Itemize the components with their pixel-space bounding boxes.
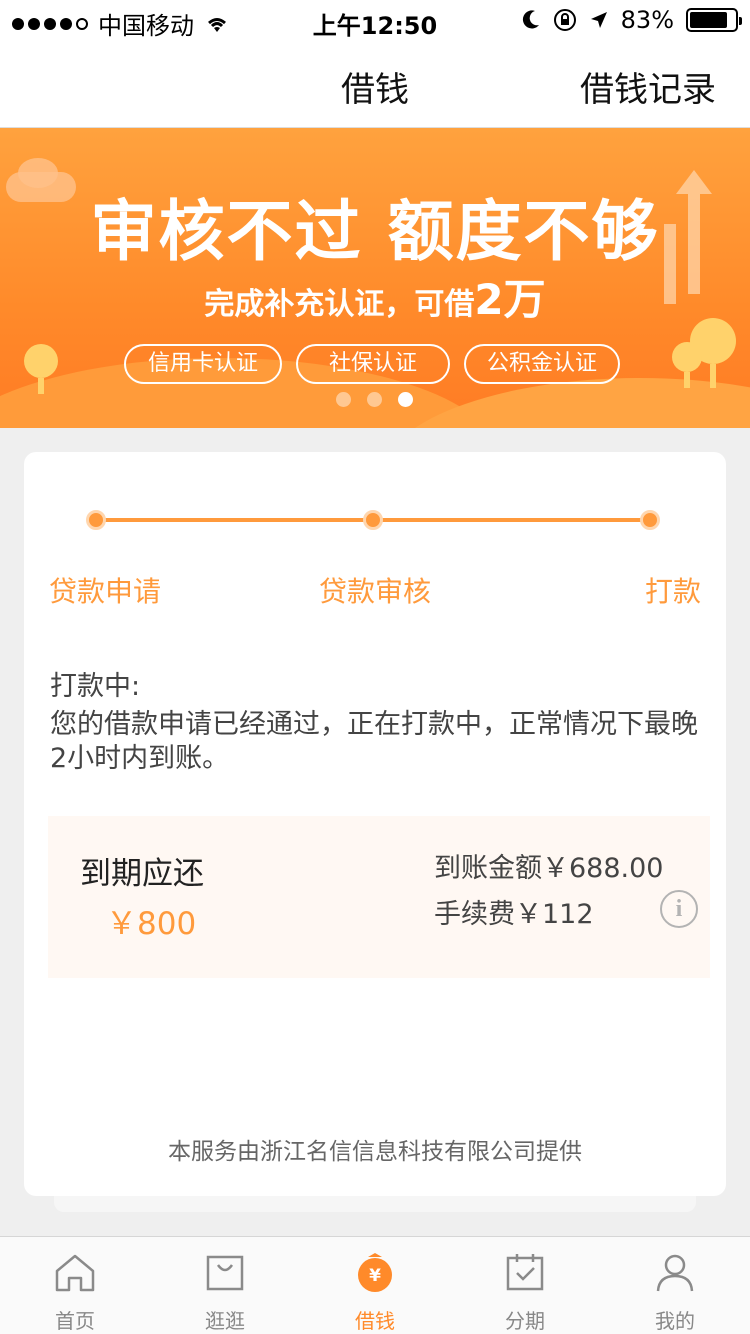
battery-percent: 83% [620,6,674,34]
step-label-review: 贷款审核 [319,575,432,608]
banner-pager [336,392,413,407]
repayment-box: 到期应还 ￥800 到账金额￥688.00 手续费￥112 i [48,816,710,978]
tree-icon [672,342,702,388]
tab-browse[interactable]: 逛逛 [150,1237,300,1334]
banner-subtitle-text: 完成补充认证，可借 [204,287,475,322]
step-dot-review [363,510,383,530]
step-label-payout: 打款 [644,575,701,608]
tab-borrow[interactable]: ¥ 借钱 [300,1237,450,1334]
svg-text:¥: ¥ [369,1266,381,1286]
shopping-bag-icon [206,1255,244,1291]
step-label-apply: 贷款申请 [49,575,162,608]
status-heading: 打款中: [50,671,141,702]
battery-icon [686,8,742,32]
card-stack-shadow [54,1196,696,1212]
banner-title: 审核不过 额度不够 [90,193,660,270]
tab-label: 分期 [505,1309,545,1333]
loan-status-card: 贷款申请 贷款审核 打款 打款中: 您的借款申请已经通过，正在打款中，正常情况下… [24,452,726,1196]
banner-subtitle-amount: 2万 [474,275,546,324]
step-dot-apply [86,510,106,530]
promo-banner[interactable]: 审核不过 额度不够 完成补充认证，可借2万 信用卡认证 社保认证 公积金认证 [0,128,750,428]
service-fee: 手续费￥112 [434,899,594,930]
step-dot-payout [640,510,660,530]
banner-subtitle: 完成补充认证，可借2万 [0,266,750,327]
info-icon[interactable]: i [660,890,698,928]
user-icon [656,1254,694,1292]
battery-level [690,12,727,28]
housing-fund-verify-tag[interactable]: 公积金认证 [464,344,620,384]
tab-label: 首页 [55,1309,95,1333]
service-provider-note: 本服务由浙江名信信息科技有限公司提供 [168,1139,582,1165]
pager-dot-active[interactable] [398,392,413,407]
due-label: 到期应还 [80,856,204,892]
tab-mine[interactable]: 我的 [600,1237,750,1334]
tab-bar: 首页 逛逛 ¥ 借钱 分期 我的 [0,1236,750,1334]
navigation-bar: 借钱 借钱记录 [0,40,750,128]
status-bar: 中国移动 上午12:50 83% [0,0,750,40]
tab-installment[interactable]: 分期 [450,1237,600,1334]
due-amount: ￥800 [106,906,197,942]
tab-label: 逛逛 [205,1309,245,1333]
tab-label: 借钱 [355,1309,395,1333]
received-amount: 到账金额￥688.00 [434,853,664,884]
pager-dot[interactable] [336,392,351,407]
tree-icon [24,344,58,394]
loan-records-button[interactable]: 借钱记录 [580,62,716,111]
yen-coin-icon: ¥ [358,1253,392,1292]
status-description: 您的借款申请已经通过，正在打款中，正常情况下最晚2小时内到账。 [50,709,698,774]
calendar-check-icon [506,1254,544,1291]
moon-icon [522,10,539,29]
banner-tags: 信用卡认证 社保认证 公积金认证 [124,344,620,384]
home-icon [55,1254,95,1292]
location-arrow-icon [590,12,607,28]
tab-home[interactable]: 首页 [0,1237,150,1334]
tab-label: 我的 [655,1309,695,1333]
pager-dot[interactable] [367,392,382,407]
status-right: 83% [521,6,742,34]
orientation-lock-icon [553,9,576,31]
social-security-verify-tag[interactable]: 社保认证 [296,344,450,384]
credit-card-verify-tag[interactable]: 信用卡认证 [124,344,282,384]
